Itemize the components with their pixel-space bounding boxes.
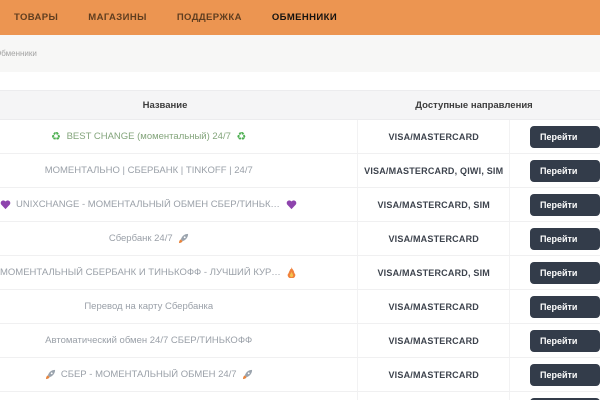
action-cell: Перейти [509, 222, 600, 255]
column-header-name: Название [0, 100, 390, 111]
recycle-icon: ♻ [236, 131, 247, 142]
directions-cell: VISA/MASTERCARD [357, 392, 509, 400]
go-button[interactable]: Перейти [530, 126, 600, 148]
table-row: СБЕР - МОМЕНТАЛЬНЫЙ ОБМЕН 24/7 VISA/MAST… [0, 358, 600, 392]
go-button[interactable]: Перейти [530, 330, 600, 352]
action-cell: Перейти [509, 324, 600, 357]
go-button[interactable]: Перейти [530, 364, 600, 386]
column-header-directions: Доступные направления [390, 100, 558, 111]
table-row: UNIXCHANGE - МОМЕНТАЛЬНЫЙ ОБМЕН СБЕР/ТИН… [0, 188, 600, 222]
directions-label: VISA/MASTERCARD [388, 132, 479, 142]
exchanger-name-cell: Перевод на карту Сбербанка [0, 301, 357, 312]
exchanger-name-cell: Сбербанк 24/7 [0, 233, 357, 244]
directions-label: VISA/MASTERCARD [388, 370, 479, 380]
exchanger-name-cell: МОМЕНТАЛЬНО | СБЕРБАНК | TINKOFF | 24/7 [0, 165, 357, 176]
rocket-icon [242, 369, 253, 380]
exchanger-name: Сбербанк 24/7 [109, 233, 173, 244]
action-cell: Перейти [509, 120, 600, 153]
exchanger-name-cell: Автоматический обмен 24/7 СБЕР/ТИНЬКОФФ [0, 335, 357, 346]
action-cell: Перейти [509, 256, 600, 289]
directions-cell: VISA/MASTERCARD [357, 358, 509, 391]
directions-cell: VISA/MASTERCARD, SIM [357, 188, 509, 221]
nav-item-3[interactable]: Поддержка [177, 12, 242, 23]
directions-label: VISA/MASTERCARD [388, 302, 479, 312]
exchanger-name-cell: UNIXCHANGE - МОМЕНТАЛЬНЫЙ ОБМЕН СБЕР/ТИН… [0, 199, 357, 210]
exchanger-name: Автоматический обмен 24/7 СБЕР/ТИНЬКОФФ [45, 335, 252, 346]
fire-icon [286, 267, 297, 278]
rocket-icon [45, 369, 56, 380]
breadcrumb[interactable]: Обменники [0, 49, 37, 58]
exchanger-name: СБЕР - МОМЕНТАЛЬНЫЙ ОБМЕН 24/7 [61, 369, 237, 380]
action-cell: Перейти [509, 154, 600, 187]
directions-cell: VISA/MASTERCARD [357, 222, 509, 255]
go-button[interactable]: Перейти [530, 194, 600, 216]
directions-label: VISA/MASTERCARD, SIM [377, 200, 490, 210]
exchanger-name: МОМЕНТАЛЬНЫЙ СБЕРБАНК И ТИНЬКОФФ - ЛУЧШИ… [0, 267, 281, 278]
exchanger-name: Перевод на карту Сбербанка [84, 301, 213, 312]
table-row: МОМЕНТАЛЬНО | СБЕРБАНК | TINKOFF | 24/7 … [0, 154, 600, 188]
table-row: ♻ BEST CHANGE (моментальный) 24/7 ♻ VISA… [0, 120, 600, 154]
nav-item-4[interactable]: Обменники [272, 12, 337, 23]
top-nav: Товары Магазины Поддержка Обменники [0, 0, 600, 35]
go-button[interactable]: Перейти [530, 262, 600, 284]
directions-cell: VISA/MASTERCARD [357, 120, 509, 153]
action-cell: Перейти [509, 358, 600, 391]
table-row: Сбербанк 24/7 VISA/MASTERCARD Перейти [0, 222, 600, 256]
exchangers-table: Название Доступные направления ♻ BEST CH… [0, 90, 600, 400]
nav-item-2[interactable]: Магазины [88, 12, 147, 23]
exchanger-name: BEST CHANGE (моментальный) 24/7 [67, 131, 231, 142]
exchanger-name: МОМЕНТАЛЬНО | СБЕРБАНК | TINKOFF | 24/7 [45, 165, 253, 176]
table-row: Автоматический обмен 24/7 СБЕР/ТИНЬКОФФ … [0, 324, 600, 358]
table-row: МОМЕНТАЛЬНЫЙ СБЕРБАНК И ТИНЬКОФФ - ЛУЧШИ… [0, 256, 600, 290]
directions-cell: VISA/MASTERCARD, SIM [357, 256, 509, 289]
rocket-icon [178, 233, 189, 244]
table-body: ♻ BEST CHANGE (моментальный) 24/7 ♻ VISA… [0, 120, 600, 400]
exchanger-name-cell: МОМЕНТАЛЬНЫЙ СБЕРБАНК И ТИНЬКОФФ - ЛУЧШИ… [0, 267, 357, 278]
breadcrumb-bar: Обменники [0, 35, 600, 72]
go-button[interactable]: Перейти [530, 296, 600, 318]
table-row: Перевод на карту Сбербанка VISA/MASTERCA… [0, 290, 600, 324]
exchanger-name: UNIXCHANGE - МОМЕНТАЛЬНЫЙ ОБМЕН СБЕР/ТИН… [16, 199, 281, 210]
directions-label: VISA/MASTERCARD [388, 234, 479, 244]
directions-label: VISA/MASTERCARD, SIM [377, 268, 490, 278]
directions-label: VISA/MASTERCARD [388, 336, 479, 346]
exchanger-name-cell: ♻ BEST CHANGE (моментальный) 24/7 ♻ [0, 131, 357, 142]
purple-heart-icon [286, 199, 297, 210]
recycle-icon: ♻ [51, 131, 62, 142]
directions-cell: VISA/MASTERCARD, QIWI, SIM [357, 154, 509, 187]
action-cell: Перейти [509, 392, 600, 400]
action-cell: Перейти [509, 290, 600, 323]
table-header-row: Название Доступные направления [0, 90, 600, 120]
go-button[interactable]: Перейти [530, 160, 600, 182]
nav-item-1[interactable]: Товары [14, 12, 58, 23]
exchanger-name-cell: СБЕР - МОМЕНТАЛЬНЫЙ ОБМЕН 24/7 [0, 369, 357, 380]
directions-label: VISA/MASTERCARD, QIWI, SIM [364, 166, 503, 176]
table-row: VISA/MASTERCARD Перейти [0, 392, 600, 400]
go-button[interactable]: Перейти [530, 228, 600, 250]
directions-cell: VISA/MASTERCARD [357, 290, 509, 323]
action-cell: Перейти [509, 188, 600, 221]
purple-heart-icon [0, 199, 11, 210]
directions-cell: VISA/MASTERCARD [357, 324, 509, 357]
